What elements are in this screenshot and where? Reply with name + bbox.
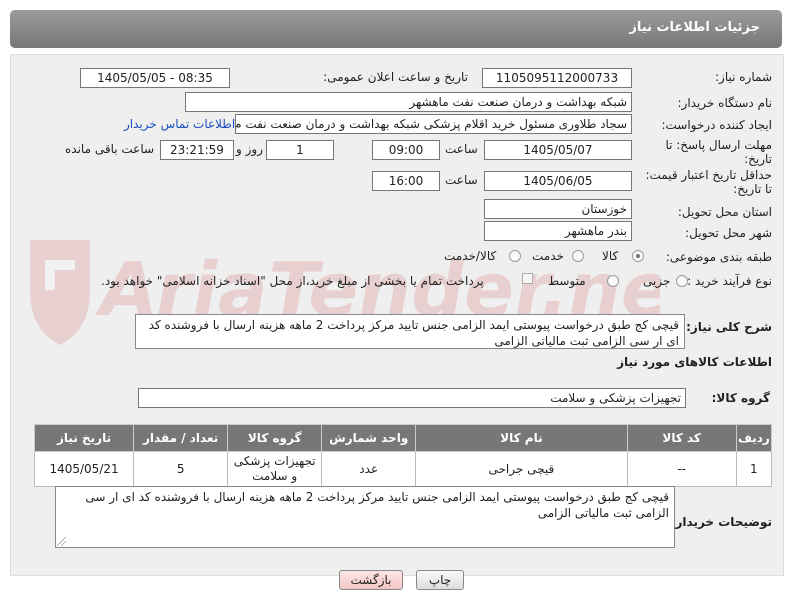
- category-option-goods-service: کالا/خدمت: [444, 249, 497, 263]
- table-row[interactable]: 1 -- قیچی جراحی عدد تجهیزات پزشکی و سلام…: [33, 451, 773, 487]
- category-option-service: خدمت: [532, 249, 564, 263]
- price-validity-date-field[interactable]: 1405/06/05: [484, 171, 632, 191]
- reply-deadline-label-1: مهلت ارسال پاسخ: تا: [665, 138, 772, 152]
- category-radio-goods-service[interactable]: [509, 250, 521, 262]
- col-date: تاریخ نیاز: [33, 424, 135, 452]
- goods-info-title: اطلاعات کالاهای مورد نیاز: [617, 355, 772, 369]
- reply-deadline-label-2: تاریخ:: [744, 152, 772, 166]
- remaining-label: ساعت باقی مانده: [65, 142, 155, 156]
- col-code: کد کالا: [626, 424, 737, 452]
- goods-group-label: گروه کالا:: [711, 391, 770, 405]
- province-label: استان محل تحویل:: [677, 205, 772, 219]
- buyer-org-label: نام دستگاه خریدار:: [677, 96, 773, 110]
- category-label: طبقه بندی موضوعی:: [665, 250, 772, 264]
- need-number-field[interactable]: 1105095112000733: [482, 68, 632, 88]
- description-text: قیچی کج طبق درخواست پیوستی ایمد الزامی ج…: [148, 318, 679, 348]
- cell-unit: عدد: [321, 451, 417, 487]
- remaining-time-field[interactable]: 23:21:59: [160, 140, 234, 160]
- print-button[interactable]: چاپ: [416, 570, 464, 590]
- col-row: ردیف: [735, 424, 773, 452]
- reply-deadline-date-field[interactable]: 1405/05/07: [484, 140, 632, 160]
- days-label: روز و: [236, 142, 263, 156]
- province-field[interactable]: خوزستان: [484, 199, 632, 219]
- reply-deadline-time-field[interactable]: 09:00: [372, 140, 440, 160]
- description-textarea[interactable]: قیچی کج طبق درخواست پیوستی ایمد الزامی ج…: [135, 314, 685, 349]
- reply-time-label: ساعت: [445, 142, 478, 156]
- city-field[interactable]: بندر ماهشهر: [484, 221, 632, 241]
- category-option-goods: کالا: [602, 249, 619, 263]
- process-label: نوع فرآیند خرید :: [687, 274, 772, 288]
- page-title: جزئیات اطلاعات نیاز: [629, 20, 760, 35]
- price-validity-label-1: حداقل تاریخ اعتبار قیمت:: [645, 168, 772, 182]
- items-table: ردیف کد کالا نام کالا واحد شمارش گروه کا…: [33, 424, 773, 487]
- col-group: گروه کالا: [227, 424, 323, 452]
- process-radio-partial[interactable]: [676, 275, 688, 287]
- col-name: نام کالا: [415, 424, 628, 452]
- col-qty: تعداد / مقدار: [133, 424, 229, 452]
- need-number-label: شماره نیاز:: [715, 70, 772, 84]
- process-option-medium: متوسط: [548, 274, 586, 288]
- col-unit: واحد شمارش: [321, 424, 417, 452]
- buyer-contact-link[interactable]: اطلاعات تماس خریدار: [124, 117, 235, 131]
- back-button[interactable]: بازگشت: [339, 570, 403, 590]
- cell-qty: 5: [133, 451, 229, 487]
- cell-code: --: [626, 451, 737, 487]
- treasury-payment-checkbox[interactable]: [522, 273, 533, 284]
- announce-date-label: تاریخ و ساعت اعلان عمومی:: [323, 70, 468, 84]
- resize-grip-icon[interactable]: [57, 537, 66, 546]
- buyer-notes-text: قیچی کج طبق درخواست پیوستی ایمد الزامی ج…: [85, 490, 669, 520]
- description-label: شرح کلی نیاز:: [686, 320, 772, 334]
- buyer-org-field[interactable]: شبکه بهداشت و درمان صنعت نفت ماهشهر: [185, 92, 632, 112]
- creator-label: ایجاد کننده درخواست:: [661, 118, 772, 132]
- creator-field[interactable]: سجاد طلاوری مسئول خرید اقلام پزشکی شبکه …: [235, 114, 632, 134]
- cell-name: قیچی جراحی: [415, 451, 628, 487]
- cell-date: 1405/05/21: [33, 451, 135, 487]
- cell-group: تجهیزات پزشکی و سلامت: [227, 451, 323, 487]
- page-header: جزئیات اطلاعات نیاز: [10, 10, 782, 48]
- table-header-row: ردیف کد کالا نام کالا واحد شمارش گروه کا…: [33, 424, 773, 452]
- treasury-payment-note: پرداخت تمام یا بخشی از مبلغ خرید،از محل …: [101, 274, 484, 288]
- price-validity-time-field[interactable]: 16:00: [372, 171, 440, 191]
- category-radio-service[interactable]: [572, 250, 584, 262]
- buyer-notes-label: توضیحات خریدار:: [670, 515, 772, 529]
- price-time-label: ساعت: [445, 173, 478, 187]
- buyer-notes-textarea[interactable]: قیچی کج طبق درخواست پیوستی ایمد الزامی ج…: [55, 486, 675, 548]
- goods-group-field[interactable]: تجهیزات پزشکی و سلامت: [138, 388, 686, 408]
- remaining-days-field[interactable]: 1: [266, 140, 334, 160]
- process-radio-medium[interactable]: [607, 275, 619, 287]
- price-validity-label-2: تا تاریخ:: [733, 182, 772, 196]
- city-label: شهر محل تحویل:: [685, 226, 772, 240]
- announce-date-field[interactable]: 1405/05/05 - 08:35: [80, 68, 230, 88]
- process-option-partial: جزیی: [643, 274, 671, 288]
- cell-row: 1: [735, 451, 773, 487]
- category-radio-goods[interactable]: [632, 250, 644, 262]
